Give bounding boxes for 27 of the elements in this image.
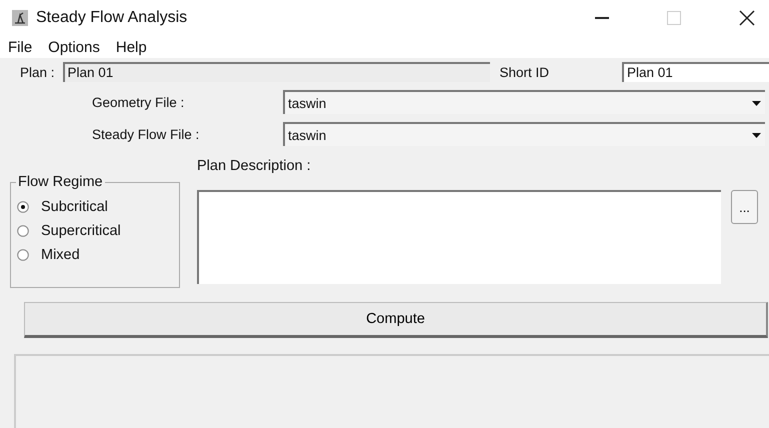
plan-label: Plan :: [20, 64, 55, 80]
file-label: Geometry File :: [92, 94, 186, 110]
radio-button[interactable]: [17, 249, 29, 261]
compute-button[interactable]: Compute: [24, 302, 768, 338]
dropdown-arrow-icon: [752, 100, 761, 106]
short-id-label: Short ID: [500, 64, 550, 80]
file-label: Steady Flow File :: [92, 126, 200, 142]
description-field[interactable]: [197, 190, 721, 284]
plan-field[interactable]: Plan 01: [62, 62, 490, 82]
window-title: Steady Flow Analysis: [36, 9, 188, 27]
radio-label: Mixed: [41, 247, 80, 263]
file-dropdown[interactable]: taswin: [283, 122, 765, 146]
file-dropdown[interactable]: taswin: [283, 90, 765, 114]
menu-item[interactable]: File: [8, 38, 32, 56]
radio-button[interactable]: [17, 201, 29, 213]
app-icon: [12, 10, 28, 26]
radio-label: Supercritical: [41, 223, 121, 239]
dropdown-arrow-icon: [752, 132, 761, 138]
radio-button[interactable]: [17, 225, 29, 237]
menu-item[interactable]: Help: [116, 38, 147, 56]
close-icon[interactable]: [739, 10, 755, 26]
short-id-field[interactable]: Plan 01: [622, 62, 769, 82]
group-title: Flow Regime: [16, 174, 105, 190]
description-label: Plan Description :: [197, 157, 312, 176]
browse-button[interactable]: ...: [731, 190, 758, 224]
radio-label: Subcritical: [41, 199, 108, 215]
menu-item[interactable]: Options: [48, 38, 100, 56]
